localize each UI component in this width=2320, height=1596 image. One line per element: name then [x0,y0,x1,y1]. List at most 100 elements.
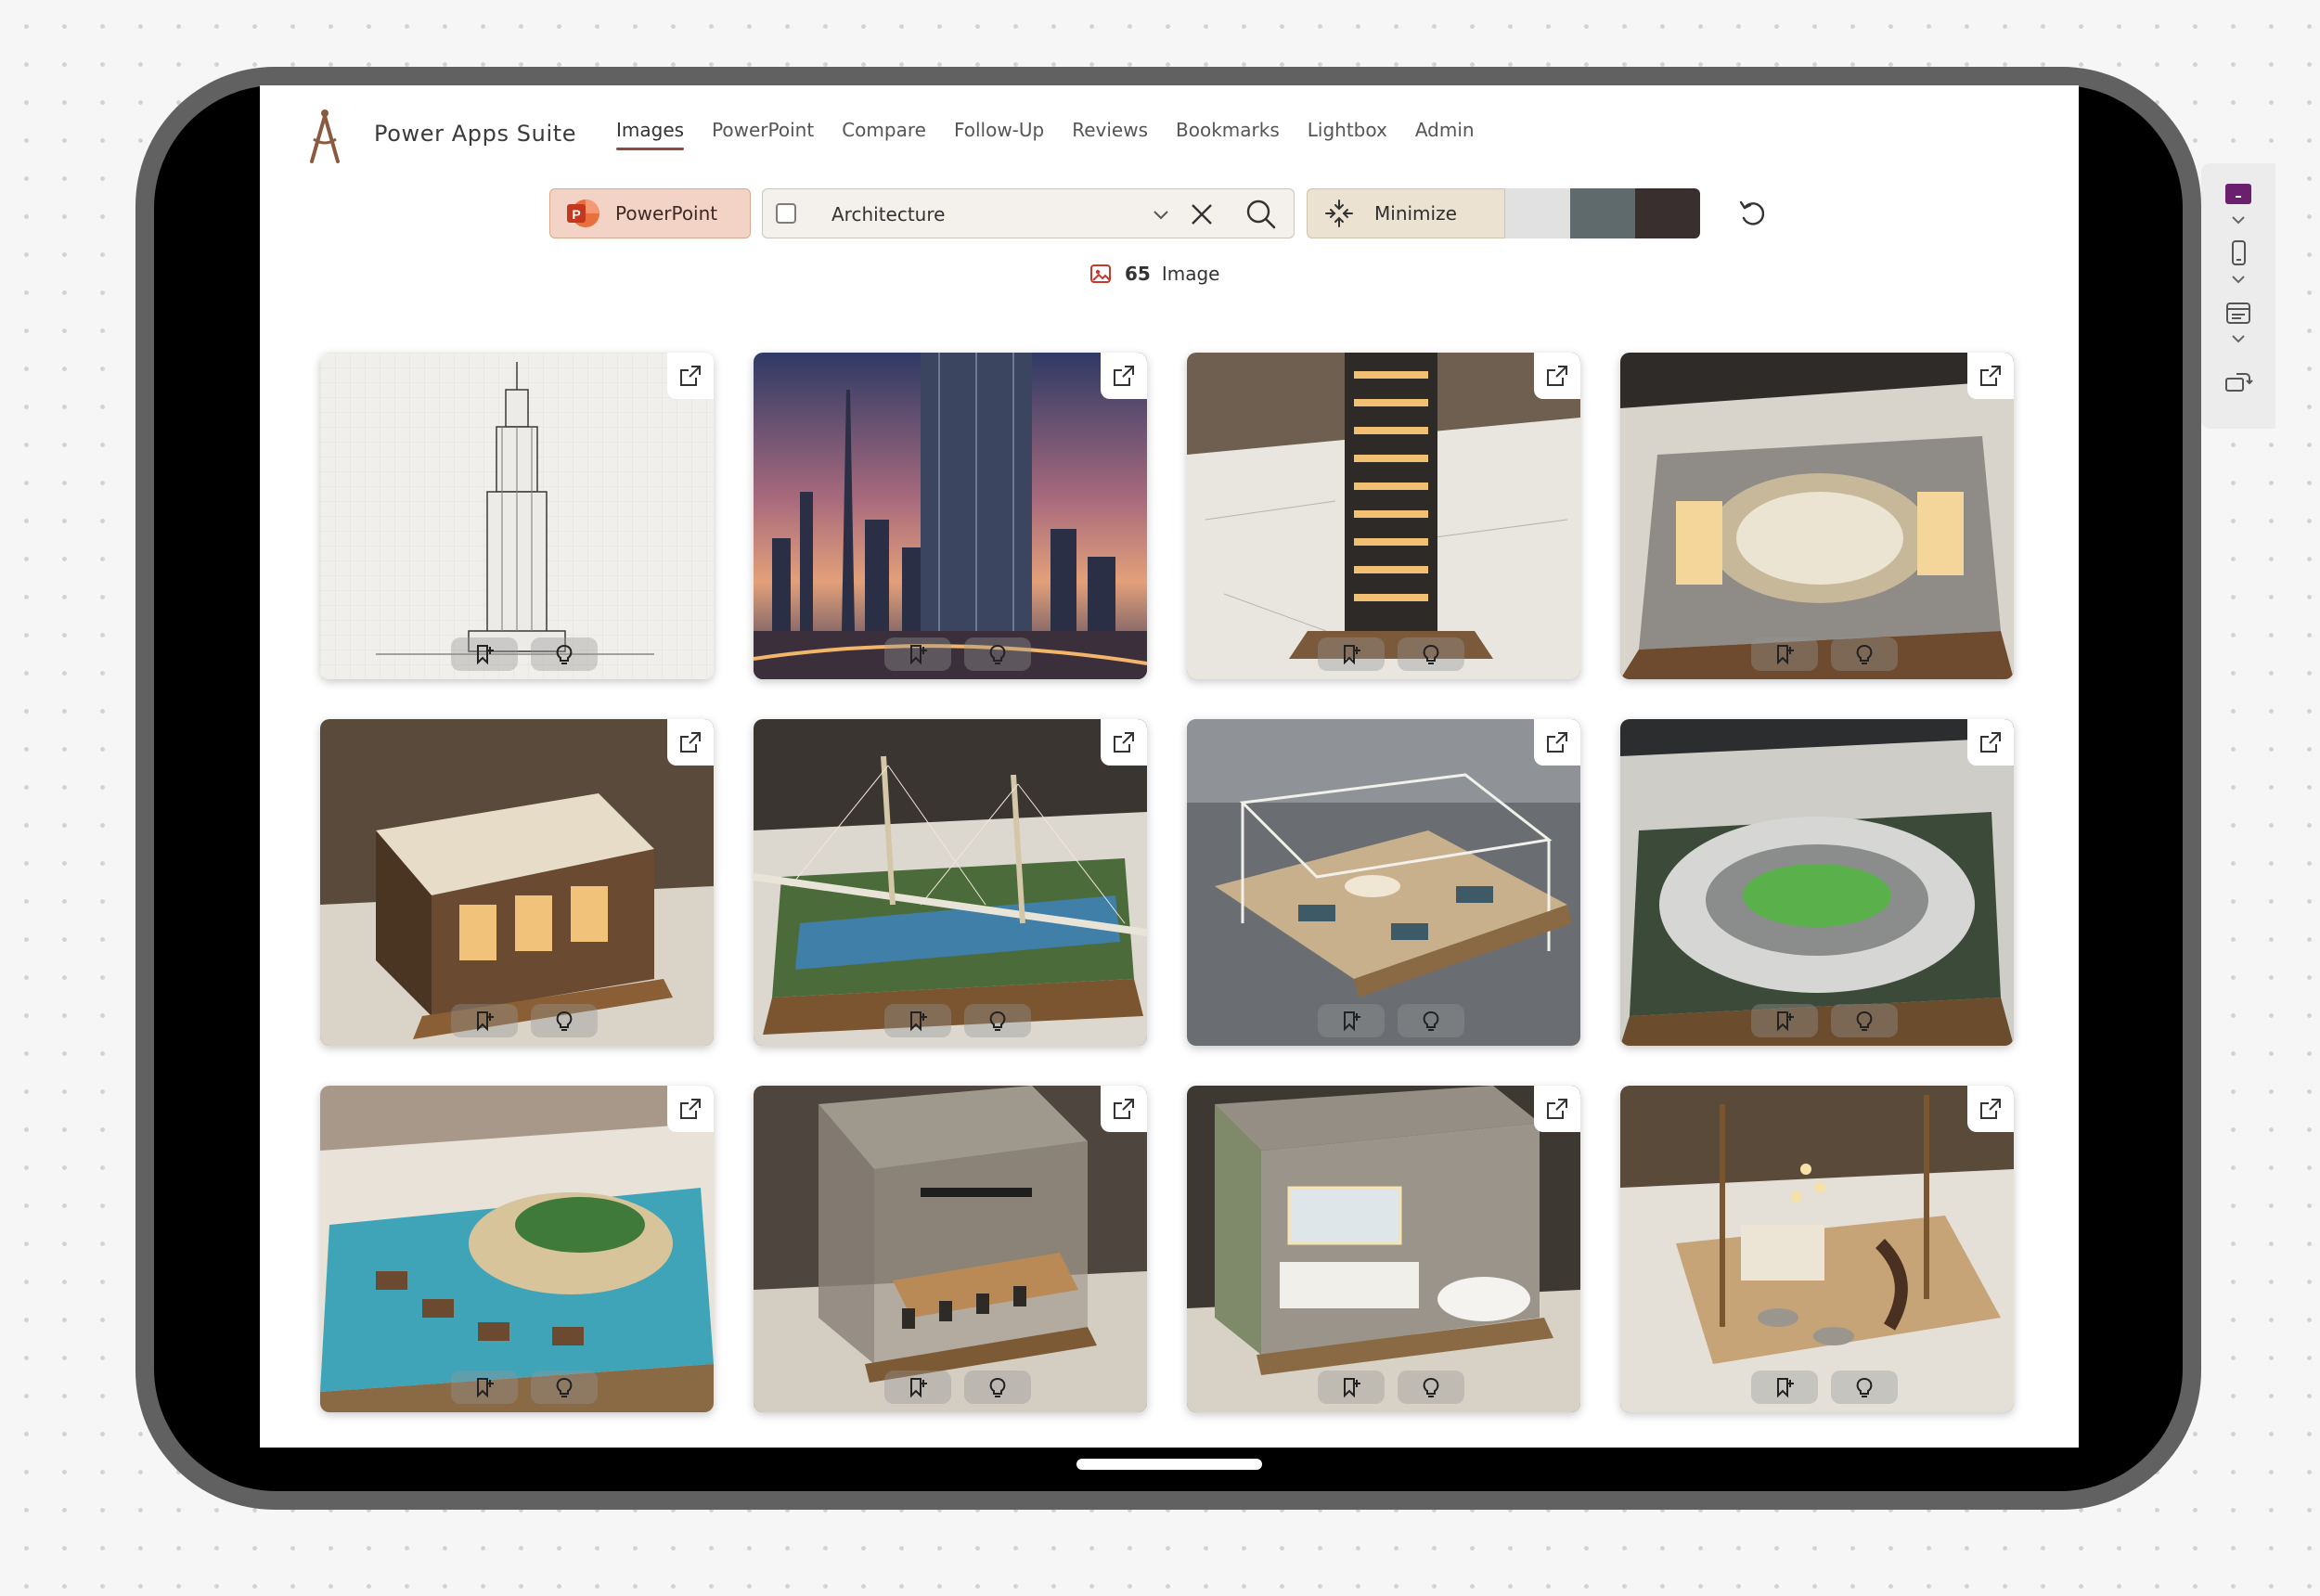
bookmark-button[interactable] [1318,1004,1385,1037]
phone-preview-icon[interactable] [2223,239,2253,267]
image-card[interactable] [1620,1086,2014,1412]
image-card[interactable] [1187,353,1580,679]
external-link-icon [1547,366,1567,386]
image-card[interactable] [754,719,1147,1046]
svg-text:P: P [572,207,580,222]
lightbulb-icon [989,1378,1006,1397]
image-card[interactable] [320,353,714,679]
chevron-down-icon[interactable] [2223,332,2253,347]
bookmark-button[interactable] [884,1004,951,1037]
chevron-down-icon[interactable] [2223,213,2253,228]
idea-button[interactable] [1831,1004,1898,1037]
minimize-button[interactable]: Minimize [1307,188,1505,238]
image-card[interactable] [1620,719,2014,1046]
open-image-button[interactable] [1534,719,1580,766]
nav-item-compare[interactable]: Compare [842,119,926,150]
nav-item-images[interactable]: Images [616,119,685,150]
powerpoint-icon: P [567,200,599,227]
external-link-icon [1980,1099,2001,1119]
nav-item-powerpoint[interactable]: PowerPoint [712,119,814,150]
main-nav: Images PowerPoint Compare Follow-Up Revi… [616,119,1475,150]
image-card[interactable] [1620,353,2014,679]
nav-item-bookmarks[interactable]: Bookmarks [1176,119,1280,150]
bookmark-button[interactable] [451,1004,518,1037]
chevron-down-icon[interactable] [1151,204,1171,225]
nav-item-lightbox[interactable]: Lightbox [1308,119,1387,150]
open-image-button[interactable] [1101,353,1147,399]
open-image-button[interactable] [1967,719,2014,766]
idea-button[interactable] [1398,1371,1464,1404]
open-image-button[interactable] [1967,1086,2014,1132]
lobby-model-image [1620,1086,2014,1412]
external-link-icon [1547,1099,1567,1119]
open-image-button[interactable] [667,353,714,399]
lightbulb-icon [1856,1011,1873,1031]
rotate-device-icon[interactable] [2223,369,2253,395]
open-image-button[interactable] [1101,1086,1147,1132]
lightbulb-icon [556,1378,573,1397]
nav-item-follow-up[interactable]: Follow-Up [954,119,1044,150]
lightbulb-icon [1423,1011,1439,1031]
color-swatch-dark[interactable] [1635,188,1700,238]
image-card[interactable] [320,719,714,1046]
image-card[interactable] [320,1086,714,1412]
lightbulb-icon [556,645,573,664]
bookmark-button[interactable] [1751,1004,1818,1037]
idea-button[interactable] [964,1371,1031,1404]
bookmark-button[interactable] [1318,1371,1385,1404]
idea-button[interactable] [531,1004,598,1037]
chevron-down-icon[interactable] [2223,273,2253,288]
bookmark-add-icon [1344,1011,1360,1032]
external-link-icon [680,732,701,753]
image-card[interactable] [1187,719,1580,1046]
idea-button[interactable] [1831,1371,1898,1404]
open-image-button[interactable] [1101,719,1147,766]
external-link-icon [1114,732,1134,753]
open-image-button[interactable] [1534,1086,1580,1132]
external-link-icon [1980,366,2001,386]
idea-button[interactable] [531,1371,598,1404]
lightbulb-icon [1856,1378,1873,1397]
minimize-arrows-icon [1325,200,1353,227]
browser-preview-icon[interactable] [2223,301,2253,327]
category-search-input[interactable]: Architecture [831,203,945,225]
dining-room-model-image [754,1086,1147,1412]
bookmark-add-icon [1777,1011,1794,1032]
select-all-checkbox[interactable] [776,203,796,224]
image-card[interactable] [754,1086,1147,1412]
search-icon[interactable] [1245,199,1277,230]
idea-button[interactable] [964,1004,1031,1037]
bookmark-button[interactable] [451,637,518,671]
image-card[interactable] [1187,1086,1580,1412]
nav-item-reviews[interactable]: Reviews [1072,119,1148,150]
external-link-icon [1547,732,1567,753]
bookmark-button[interactable] [884,637,951,671]
open-image-button[interactable] [667,1086,714,1132]
open-image-button[interactable] [667,719,714,766]
bookmark-button[interactable] [884,1371,951,1404]
tablet-preview-icon[interactable] [2223,182,2253,206]
powerpoint-button-label: PowerPoint [615,202,718,225]
bookmark-button[interactable] [1751,1371,1818,1404]
close-icon[interactable] [1188,200,1216,228]
bookmark-button[interactable] [1751,637,1818,671]
coffee-shop-model-image [320,719,714,1046]
idea-button[interactable] [1831,637,1898,671]
idea-button[interactable] [1398,637,1464,671]
idea-button[interactable] [964,637,1031,671]
lightbulb-icon [1423,1378,1439,1397]
app-title: Power Apps Suite [374,121,577,147]
result-count: 65 Image [1089,262,1219,286]
bookmark-button[interactable] [1318,637,1385,671]
powerpoint-button[interactable]: P PowerPoint [549,188,751,238]
image-card[interactable] [754,353,1147,679]
open-image-button[interactable] [1534,353,1580,399]
idea-button[interactable] [531,637,598,671]
color-swatch-slate[interactable] [1570,188,1635,238]
bookmark-button[interactable] [451,1371,518,1404]
idea-button[interactable] [1398,1004,1464,1037]
open-image-button[interactable] [1967,353,2014,399]
nav-item-admin[interactable]: Admin [1415,119,1475,150]
reset-icon[interactable] [1737,198,1769,229]
color-swatch-light[interactable] [1505,188,1570,238]
